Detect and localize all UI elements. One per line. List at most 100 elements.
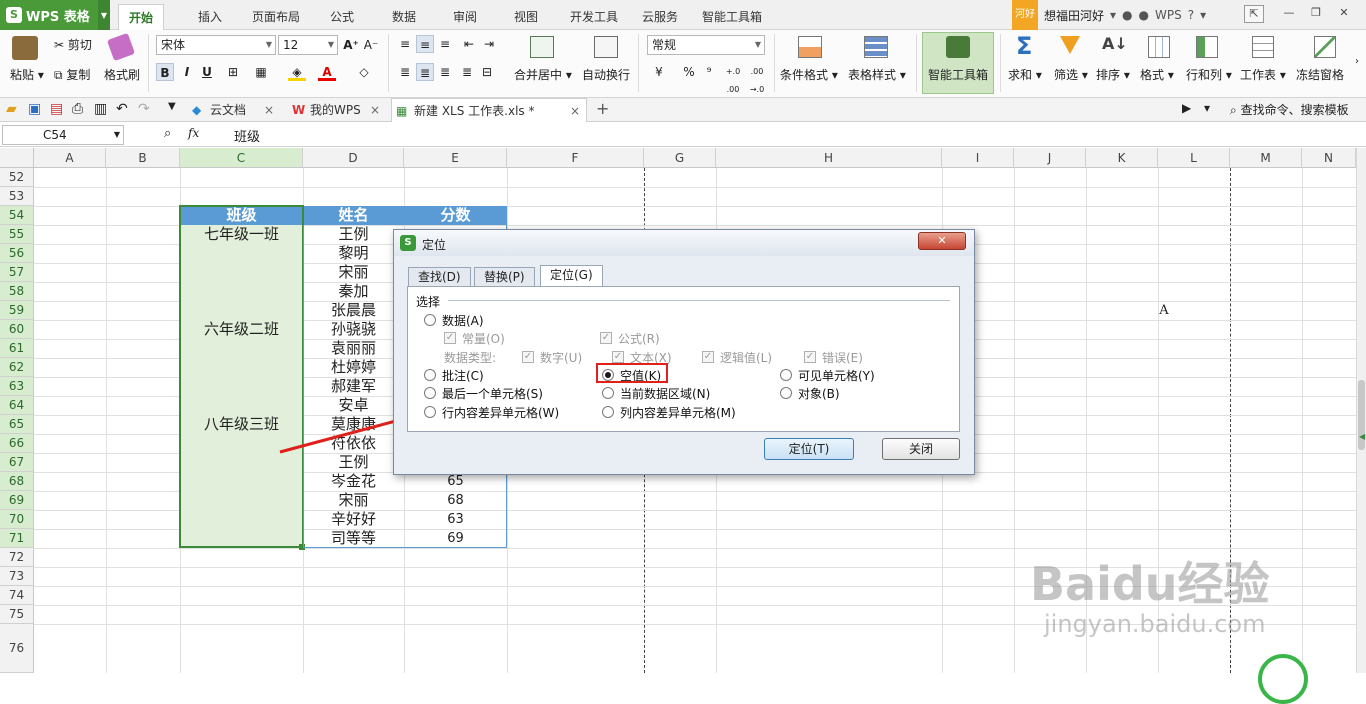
border-icon[interactable]: ⊞ [224, 63, 242, 81]
column-header[interactable]: E [404, 148, 507, 168]
checkbox-logical[interactable]: ✓ [702, 351, 714, 363]
format-icon[interactable] [1148, 36, 1170, 58]
currency-icon[interactable]: ¥ [650, 63, 668, 81]
column-header[interactable]: G [644, 148, 716, 168]
app-menu-button[interactable]: S WPS 表格 ▼ [0, 0, 110, 30]
freeze-panes-button[interactable]: 冻结窗格 [1296, 66, 1344, 83]
dialog-title-bar[interactable]: S 定位 [394, 230, 974, 256]
search-command-box[interactable]: ⌕ 查找命令、搜索模板 [1230, 101, 1349, 118]
table-header-score[interactable]: 分数 [404, 206, 507, 225]
option-constant[interactable]: 常量(O) [462, 330, 505, 347]
italic-button[interactable]: I [178, 63, 196, 81]
comma-button[interactable]: ⁹ [700, 63, 718, 81]
new-tab-icon[interactable]: + [596, 99, 609, 118]
export-pdf-icon[interactable]: ▤ [50, 101, 63, 117]
maximize-icon[interactable]: ❐ [1306, 5, 1326, 23]
column-header[interactable]: F [507, 148, 644, 168]
name-box[interactable]: C54 ▼ [2, 125, 124, 145]
increase-decimal-button[interactable]: +.0 .00 [722, 63, 744, 94]
table-header-name[interactable]: 姓名 [303, 206, 404, 225]
paste-icon[interactable] [12, 36, 38, 60]
zoom-icon[interactable]: ⌕ [164, 126, 171, 141]
row-header[interactable]: 65 [0, 415, 34, 434]
option-data[interactable]: 数据(A) [442, 312, 484, 329]
formula-input[interactable]: 班级 [234, 126, 260, 145]
radio-data[interactable] [424, 314, 436, 326]
save-icon[interactable]: ▣ [28, 101, 41, 117]
column-header[interactable]: D [303, 148, 404, 168]
doc-tab-active-sheet[interactable]: ▦ 新建 XLS 工作表.xls * × [391, 98, 587, 122]
underline-button[interactable]: U [198, 63, 216, 81]
locate-button[interactable]: 定位(T) [764, 438, 854, 460]
option-col-diff[interactable]: 列内容差异单元格(M) [620, 404, 736, 421]
align-left-icon[interactable]: ≣ [396, 63, 414, 81]
open-folder-icon[interactable]: ▰ [6, 101, 17, 117]
chevron-down-icon[interactable]: ▾ [1110, 8, 1116, 22]
table-style-icon[interactable] [864, 36, 888, 58]
print-preview-icon[interactable]: ▥ [94, 101, 107, 117]
close-tab-icon[interactable]: × [264, 98, 274, 122]
align-right-icon[interactable]: ≣ [436, 63, 454, 81]
close-tab-icon[interactable]: × [370, 98, 380, 122]
ribbon-scroll-right-icon[interactable]: › [1355, 56, 1359, 67]
tab-smart-toolbox[interactable]: 智能工具箱 [692, 4, 772, 30]
column-header[interactable]: C [180, 148, 303, 168]
tab-data[interactable]: 数据 [382, 4, 426, 30]
column-header[interactable]: N [1302, 148, 1356, 168]
font-size-select[interactable]: 12 ▼ [278, 35, 338, 55]
select-all-corner[interactable] [0, 148, 34, 168]
font-name-select[interactable]: 宋体 ▼ [156, 35, 276, 55]
row-header[interactable]: 72 [0, 548, 34, 567]
tab-replace[interactable]: 替换(P) [474, 267, 535, 287]
radio-current-region[interactable] [602, 387, 614, 399]
tab-formulas[interactable]: 公式 [320, 4, 364, 30]
freeze-icon[interactable] [1314, 36, 1336, 58]
option-current-region[interactable]: 当前数据区域(N) [620, 385, 710, 402]
checkbox-constant[interactable]: ✓ [444, 332, 456, 344]
tab-cloud[interactable]: 云服务 [632, 4, 688, 30]
option-objects[interactable]: 对象(B) [798, 385, 840, 402]
radio-row-diff[interactable] [424, 406, 436, 418]
fill-color-icon[interactable]: ◈ [288, 63, 306, 81]
chevron-down-icon[interactable]: ▼ [98, 0, 110, 30]
help-icon[interactable]: ? [1188, 8, 1194, 22]
option-visible-cells[interactable]: 可见单元格(Y) [798, 367, 875, 384]
row-header[interactable]: 62 [0, 358, 34, 377]
wrap-text-button[interactable]: 自动换行 [582, 66, 630, 83]
paste-button[interactable]: 粘贴 ▾ [10, 66, 44, 83]
skin-icon[interactable]: ● [1122, 8, 1132, 22]
option-last-cell[interactable]: 最后一个单元格(S) [442, 385, 543, 402]
conditional-format-button[interactable]: 条件格式 ▾ [780, 66, 838, 83]
checkbox-formula[interactable]: ✓ [600, 332, 612, 344]
row-header[interactable]: 66 [0, 434, 34, 453]
format-painter-icon[interactable] [106, 32, 136, 62]
minimize-icon[interactable]: — [1279, 5, 1299, 23]
chevron-down-icon[interactable]: ▾ [1200, 8, 1206, 22]
format-button[interactable]: 格式 ▾ [1140, 66, 1174, 83]
radio-col-diff[interactable] [602, 406, 614, 418]
filter-icon[interactable] [1060, 36, 1080, 54]
row-header[interactable]: 56 [0, 244, 34, 263]
column-header[interactable]: I [942, 148, 1014, 168]
font-color-icon[interactable]: A [318, 63, 336, 81]
tab-review[interactable]: 审阅 [443, 4, 487, 30]
sort-icon[interactable]: A↓ [1102, 34, 1128, 53]
tab-home[interactable]: 开始 [118, 4, 165, 30]
row-header[interactable]: 68 [0, 472, 34, 491]
row-header[interactable]: 74 [0, 586, 34, 605]
tab-goto[interactable]: 定位(G) [540, 265, 603, 287]
checkbox-number[interactable]: ✓ [522, 351, 534, 363]
tab-menu-icon[interactable]: ▾ [1204, 101, 1210, 115]
doc-tab-cloud[interactable]: ◆ 云文档 × [188, 98, 282, 122]
row-header[interactable]: 57 [0, 263, 34, 282]
bold-button[interactable]: B [156, 63, 174, 81]
option-number[interactable]: 数字(U) [540, 349, 582, 366]
vertical-scrollbar[interactable]: ◀ [1356, 148, 1366, 673]
radio-comment[interactable] [424, 369, 436, 381]
option-formula[interactable]: 公式(R) [618, 330, 660, 347]
decrease-font-icon[interactable]: A⁻ [362, 36, 380, 54]
tab-page-layout[interactable]: 页面布局 [242, 4, 310, 30]
minimize-tabs-icon[interactable]: ▶ [1182, 101, 1191, 115]
chevron-down-icon[interactable]: ▼ [114, 126, 120, 144]
dialog-close-button[interactable]: 关闭 [882, 438, 960, 460]
